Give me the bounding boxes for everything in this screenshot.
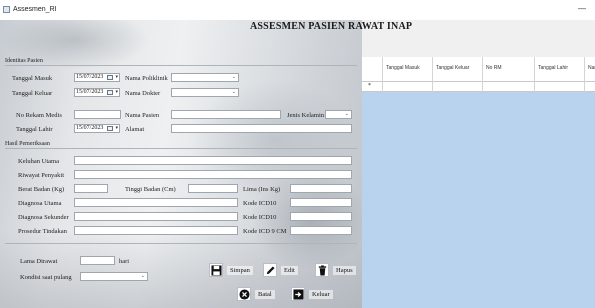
batal-label: Batal [255, 289, 275, 299]
page-title: ASSESMEN PASIEN RAWAT INAP [250, 21, 413, 32]
kode-icd10-input[interactable] [290, 198, 352, 207]
calendar-icon [107, 90, 113, 95]
kode-icd10-secondary-label: Kode ICD10 [243, 214, 277, 221]
alamat-input[interactable] [171, 124, 352, 133]
tinggi-badan-label: Tinggi Badan (Cm) [125, 186, 176, 193]
section-identitas-title: Identitas Pasien [5, 58, 43, 64]
column-header-nama[interactable]: Nam [585, 57, 595, 82]
grid-row-header-corner [362, 57, 383, 82]
app-icon [3, 6, 10, 13]
kondisi-pulang-select[interactable]: ⌄ [80, 272, 148, 281]
tanggal-keluar-value: 15/07/2023 [76, 89, 104, 95]
lima-input[interactable] [290, 184, 352, 193]
save-icon [209, 263, 223, 277]
table-cell[interactable] [433, 82, 483, 92]
riwayat-penyakit-label: Riwayat Penyakit [18, 172, 65, 179]
berat-badan-input[interactable] [74, 184, 108, 193]
chevron-down-icon: ▾ [115, 126, 118, 131]
lima-label: Lima (Ins Kg) [243, 186, 281, 193]
kode-icd9-input[interactable] [290, 226, 352, 235]
nama-poliklinik-select[interactable]: ⌄ [171, 73, 239, 82]
cancel-icon [237, 287, 251, 301]
lama-dirawat-input[interactable] [80, 256, 115, 265]
column-header-tanggal-masuk[interactable]: Tanggal Masuk [383, 57, 433, 82]
jenis-kelamin-label: Jenis Kelamin [287, 112, 325, 119]
data-grid[interactable] [362, 57, 595, 308]
hapus-button[interactable]: Hapus [315, 263, 356, 277]
nama-dokter-select[interactable]: ⌄ [171, 88, 239, 97]
kode-icd10-label: Kode ICD10 [243, 200, 277, 207]
lama-dirawat-unit: hari [119, 258, 130, 265]
row-header-cell [362, 82, 383, 92]
window-title: Assesmen_RI [13, 6, 57, 13]
grid-header: Tanggal Masuk Tanggal Keluar No RM Tangg… [362, 57, 595, 82]
column-header-tanggal-keluar[interactable]: Tanggal Keluar [433, 57, 483, 82]
kode-icd9-label: Kode ICD 9 CM [243, 228, 287, 235]
trash-icon [315, 263, 329, 277]
diagnosa-sekunder-input[interactable] [74, 212, 238, 221]
column-header-tanggal-lahir[interactable]: Tanggal Lahir [535, 57, 585, 82]
edit-button[interactable]: Edit [263, 263, 298, 277]
tanggal-lahir-value: 15/07/2023 [76, 125, 104, 131]
tanggal-lahir-label: Tanggal Lahir [16, 126, 53, 133]
keluar-button[interactable]: Keluar [291, 287, 333, 301]
lama-dirawat-label: Lama Dirawat [20, 258, 58, 265]
edit-label: Edit [281, 265, 298, 275]
no-rekam-medis-label: No Rekam Medis [16, 112, 62, 119]
chevron-down-icon: ▾ [115, 90, 118, 95]
chevron-down-icon: ▾ [115, 75, 118, 80]
berat-badan-label: Berat Badan (Kg) [18, 186, 65, 193]
nama-dokter-label: Nama Dokter [125, 90, 161, 97]
column-header-no-rm[interactable]: No RM [483, 57, 535, 82]
keluhan-utama-label: Keluhan Utama [18, 158, 59, 165]
tinggi-badan-input[interactable] [188, 184, 238, 193]
calendar-icon [107, 126, 113, 131]
table-cell[interactable] [535, 82, 585, 92]
section-hasil-title: Hasil Pemeriksaan [5, 141, 50, 147]
nama-poliklinik-label: Nama Poliklinik [125, 75, 168, 82]
jenis-kelamin-select[interactable]: ⌄ [325, 110, 352, 119]
hapus-label: Hapus [333, 265, 356, 275]
tanggal-lahir-picker[interactable]: 15/07/2023 ▾ [74, 124, 120, 133]
title-bar: Assesmen_RI — [0, 0, 595, 20]
simpan-label: Simpan [227, 265, 253, 275]
tanggal-keluar-picker[interactable]: 15/07/2023 ▾ [74, 88, 120, 97]
chevron-down-icon: ⌄ [140, 274, 145, 279]
simpan-button[interactable]: Simpan [209, 263, 253, 277]
chevron-down-icon: ⌄ [231, 90, 236, 95]
table-cell[interactable] [483, 82, 535, 92]
prosedur-tindakan-input[interactable] [74, 226, 238, 235]
tanggal-keluar-label: Tanggal Keluar [12, 90, 53, 97]
alamat-label: Alamat [125, 126, 145, 133]
section-divider [5, 148, 357, 149]
diagnosa-utama-label: Diagnosa Utama [18, 200, 62, 207]
section-divider [5, 65, 357, 66]
diagnosa-sekunder-label: Diagnosa Sekunder [18, 214, 69, 221]
minimize-button[interactable]: — [578, 4, 586, 13]
diagnosa-utama-input[interactable] [74, 198, 238, 207]
kondisi-pulang-label: Kondisi saat pulang [20, 274, 72, 281]
background-photo-shade [190, 80, 360, 200]
no-rekam-medis-input[interactable] [74, 110, 121, 119]
section-divider [5, 243, 357, 244]
keluhan-utama-input[interactable] [74, 156, 352, 165]
grid-new-row[interactable]: * [362, 82, 595, 92]
table-cell[interactable] [383, 82, 433, 92]
prosedur-tindakan-label: Prosedur Tindakan [18, 228, 67, 235]
chevron-down-icon: ⌄ [344, 112, 349, 117]
exit-icon [291, 287, 305, 301]
riwayat-penyakit-input[interactable] [74, 170, 352, 179]
tanggal-masuk-label: Tanggal Masuk [12, 75, 53, 82]
nama-pasien-label: Nama Pasien [125, 112, 160, 119]
pencil-icon [263, 263, 277, 277]
kode-icd10-secondary-input[interactable] [290, 212, 352, 221]
nama-pasien-input[interactable] [171, 110, 281, 119]
tanggal-masuk-value: 15/07/2023 [76, 74, 104, 80]
keluar-label: Keluar [309, 289, 333, 299]
batal-button[interactable]: Batal [237, 287, 275, 301]
calendar-icon [107, 75, 113, 80]
tanggal-masuk-picker[interactable]: 15/07/2023 ▾ [74, 73, 120, 82]
chevron-down-icon: ⌄ [231, 75, 236, 80]
